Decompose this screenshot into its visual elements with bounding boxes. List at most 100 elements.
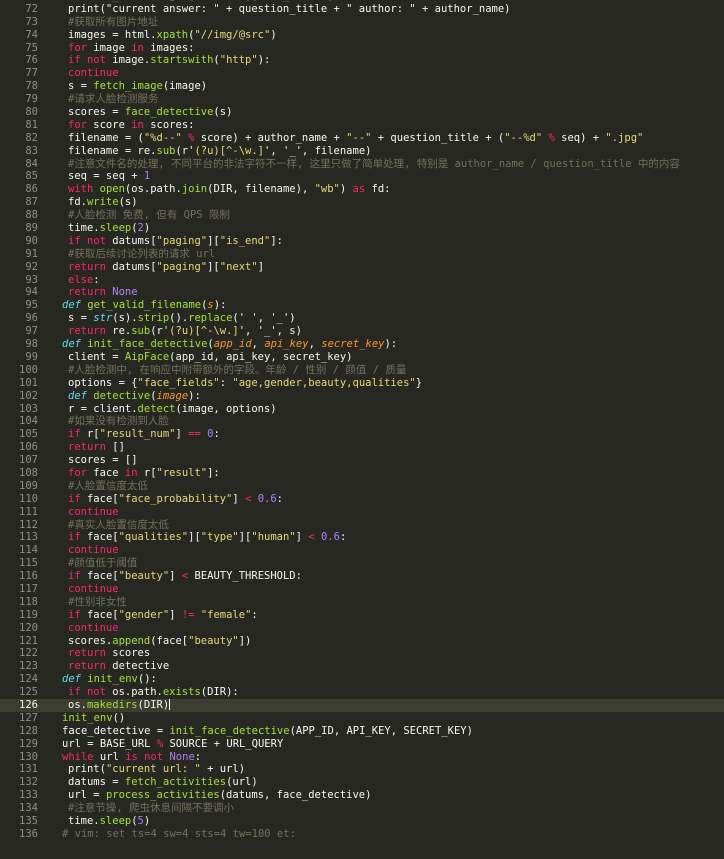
code-line[interactable]: 117 continue xyxy=(0,583,724,596)
code-line[interactable]: 133 url = process_activities(datums, face… xyxy=(0,789,724,802)
code-line[interactable]: 112 #真实人脸置信度太低 xyxy=(0,519,724,532)
code-line[interactable]: 121 scores.append(face["beauty"]) xyxy=(0,635,724,648)
code-line[interactable]: 95 def get_valid_filename(s): xyxy=(0,299,724,312)
code-token: client = xyxy=(68,350,125,363)
code-token: time. xyxy=(68,222,100,235)
code-token: def xyxy=(62,338,81,351)
code-line[interactable]: 104 #如果没有检测到人脸 xyxy=(0,415,724,428)
code-token: time. xyxy=(68,815,100,827)
code-line[interactable]: 135 time.sleep(5) xyxy=(0,815,724,828)
line-code: if not os.path.exists(DIR): xyxy=(38,686,239,699)
code-line[interactable]: 118 #性别非女性 xyxy=(0,596,724,609)
code-token: ] xyxy=(295,531,309,544)
code-line[interactable]: 72 print("current answer: " + question_ti… xyxy=(0,3,724,16)
code-line[interactable]: 114 continue xyxy=(0,544,724,557)
code-token: ): xyxy=(257,54,271,67)
code-line[interactable]: 103 r = client.detect(image, options) xyxy=(0,403,724,416)
line-code: return scores xyxy=(38,647,150,660)
code-line[interactable]: 111 continue xyxy=(0,506,724,519)
code-line[interactable]: 109 #人脸置信度太低 xyxy=(0,480,724,493)
code-line[interactable]: 79 #请求人脸检测服务 xyxy=(0,93,724,106)
line-code: while url is not None: xyxy=(38,751,201,764)
line-number: 92 xyxy=(25,260,38,273)
code-line[interactable]: 100 #人脸检测中, 在响应中附带额外的字段。年龄 / 性别 / 颜值 / 质量 xyxy=(0,364,724,377)
code-line[interactable]: 101 options = {"face_fields": "age,gender… xyxy=(0,377,724,390)
code-line[interactable]: 113 if face["qualities"]["type"]["human"]… xyxy=(0,531,724,544)
code-token: 0.6 xyxy=(320,531,340,544)
code-line[interactable]: 132 datums = fetch_activities(url) xyxy=(0,776,724,789)
code-line[interactable]: 131 print("current url: " + url) xyxy=(0,763,724,776)
line-number: 112 xyxy=(19,518,38,531)
code-line[interactable]: 91 #获取后续讨论列表的请求 url xyxy=(0,248,724,261)
code-line[interactable]: 120 continue xyxy=(0,622,724,635)
line-code: filename = re.sub(r'(?u)[^-\w.]', '_', f… xyxy=(38,145,371,158)
code-token: "paging" xyxy=(156,260,208,273)
line-number: 79 xyxy=(25,93,38,106)
code-line[interactable]: 119 if face["gender"] != "female": xyxy=(0,609,724,622)
code-line[interactable]: 99 client = AipFace(app_id, api_key, secr… xyxy=(0,351,724,364)
code-token: open xyxy=(99,183,125,196)
code-token: return xyxy=(68,647,106,660)
code-token: "human" xyxy=(251,531,296,544)
code-line[interactable]: 89 time.sleep(2) xyxy=(0,222,724,235)
code-line[interactable]: 84 #注意文件名的处理, 不同平台的非法字符不一样, 这里只做了简单处理, 特别… xyxy=(0,158,724,171)
code-line[interactable]: 102 def detective(image): xyxy=(0,390,724,403)
code-token: s = xyxy=(68,80,94,93)
line-number: 94 xyxy=(25,286,38,299)
code-line[interactable]: 96 s = str(s).strip().replace(' ', '_') xyxy=(0,312,724,325)
code-editor[interactable]: 71#author_id = target["author"]["url_tok… xyxy=(0,0,724,859)
code-line[interactable]: 83 filename = re.sub(r'(?u)[^-\w.]', '_',… xyxy=(0,145,724,158)
code-line[interactable]: 85 seq = seq + 1 xyxy=(0,170,724,183)
code-line[interactable]: 98 def init_face_detective(app_id, api_ke… xyxy=(0,338,724,351)
code-line[interactable]: 128 face_detective = init_face_detective(… xyxy=(0,725,724,738)
code-line[interactable]: 73 #获取所有图片地址 xyxy=(0,16,724,29)
code-token: continue xyxy=(68,621,119,634)
code-line[interactable]: 126 os.makedirs(DIR) xyxy=(0,698,724,712)
code-line[interactable]: 82 filename = ("%d--" % score) + author_n… xyxy=(0,132,724,145)
code-line[interactable]: 127 init_env() xyxy=(0,712,724,725)
code-line[interactable]: 130 while url is not None: xyxy=(0,751,724,764)
code-line[interactable]: 93 else: xyxy=(0,274,724,287)
code-token: SOURCE + URL_QUERY xyxy=(163,737,284,750)
code-line[interactable]: 105 if r["result_num"] == 0: xyxy=(0,428,724,441)
code-token: ]: xyxy=(270,234,283,247)
code-line[interactable]: 122 return scores xyxy=(0,647,724,660)
code-token: (image, options) xyxy=(175,402,277,415)
code-line[interactable]: 90 if not datums["paging"]["is_end"]: xyxy=(0,235,724,248)
line-code: else: xyxy=(38,274,100,287)
code-line[interactable]: 76 if not image.startswith("http"): xyxy=(0,54,724,67)
code-line[interactable]: 110 if face["face_probability"] < 0.6: xyxy=(0,493,724,506)
code-line[interactable]: 78 s = fetch_image(image) xyxy=(0,80,724,93)
code-token: r[ xyxy=(137,466,157,479)
code-line[interactable]: 123 return detective xyxy=(0,660,724,673)
code-line[interactable]: 92 return datums["paging"]["next"] xyxy=(0,261,724,274)
code-line[interactable]: 115 #颜值低于阈值 xyxy=(0,557,724,570)
code-token: str xyxy=(93,312,113,325)
code-line[interactable]: 80 scores = face_detective(s) xyxy=(0,106,724,119)
code-line[interactable]: 75 for image in images: xyxy=(0,42,724,55)
line-code: return re.sub(r'(?u)[^-\w.]', '_', s) xyxy=(38,325,302,338)
code-token: + url) xyxy=(200,763,246,776)
code-line[interactable]: 124 def init_env(): xyxy=(0,673,724,686)
code-line[interactable]: 87 fd.write(s) xyxy=(0,196,724,209)
line-code: if not image.startswith("http"): xyxy=(38,54,270,67)
code-token: image xyxy=(86,41,132,54)
code-line[interactable]: 88 #人脸检测 免费, 但有 QPS 限制 xyxy=(0,209,724,222)
code-line[interactable]: 74 images = html.xpath("//img/@src") xyxy=(0,29,724,42)
code-line[interactable]: 77 continue xyxy=(0,67,724,80)
code-line[interactable]: 86 with open(os.path.join(DIR, filename),… xyxy=(0,183,724,196)
line-number: 126 xyxy=(19,698,38,711)
code-line[interactable]: 107 scores = [] xyxy=(0,454,724,467)
code-line[interactable]: 116 if face["beauty"] < BEAUTY_THRESHOLD: xyxy=(0,570,724,583)
code-line[interactable]: 81 for score in scores: xyxy=(0,119,724,132)
code-token: "face_probability" xyxy=(118,492,233,505)
code-line[interactable]: 125 if not os.path.exists(DIR): xyxy=(0,686,724,699)
code-line[interactable]: 136 # vim: set ts=4 sw=4 sts=4 tw=100 et: xyxy=(0,828,724,841)
code-token: (). xyxy=(169,312,189,325)
code-line[interactable]: 106 return [] xyxy=(0,441,724,454)
code-line[interactable]: 97 return re.sub(r'(?u)[^-\w.]', '_', s) xyxy=(0,325,724,338)
code-line[interactable]: 134 #注意节操, 爬虫休息间隔不要调小 xyxy=(0,802,724,815)
code-line[interactable]: 108 for face in r["result"]: xyxy=(0,467,724,480)
code-line[interactable]: 94 return None xyxy=(0,286,724,299)
code-line[interactable]: 129 url = BASE_URL % SOURCE + URL_QUERY xyxy=(0,738,724,751)
